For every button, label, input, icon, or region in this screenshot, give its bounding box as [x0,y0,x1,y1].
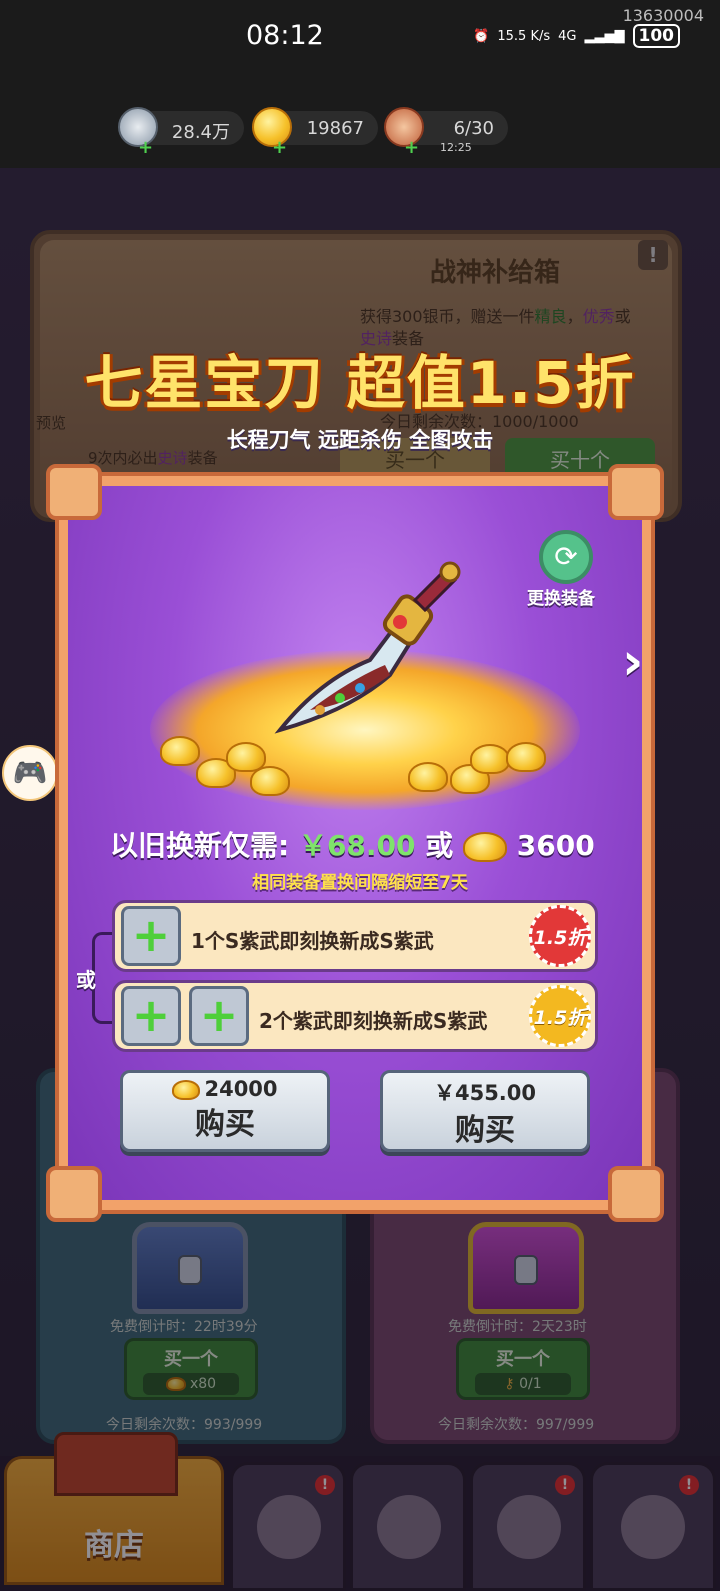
add-equipment-slot[interactable]: + [121,906,181,966]
status-icons: ⏰ 15.5 K/s 4G ▂▃▅▇ 100 [473,24,680,48]
add-equipment-slot[interactable]: + [121,986,181,1046]
swap-icon[interactable]: ⟳ [539,530,593,584]
discount-badge: 1.5折 [529,985,591,1047]
stamina-timer: 12:25 [440,141,472,154]
promo-banner-title: 七星宝刀 超值1.5折 [84,349,636,417]
silver-counter[interactable]: 28.4万 + [118,107,244,158]
price-gold: 3600 [516,829,595,862]
seven-star-sword-icon [274,561,461,734]
gold-ingot-icon [470,744,510,774]
gold-ingot-icon [160,736,200,766]
discount-badge: 1.5折 [529,905,591,967]
plus-icon[interactable]: + [404,137,419,158]
price-or: 或 [425,829,454,862]
gamepad-icon[interactable]: 🎮 [2,745,58,801]
stamina-counter[interactable]: 6/30 + [384,107,508,158]
gold-ingot-icon [506,742,546,772]
gold-value: 19867 [306,118,364,139]
gold-counter[interactable]: 19867 + [252,107,378,158]
buy-rmb-label: 购买 [455,1113,515,1148]
plus-icon[interactable]: + [138,137,153,158]
plus-icon[interactable]: + [272,137,287,158]
buy-gold-label: 购买 [195,1107,255,1142]
frame-corner [608,464,664,520]
status-time: 08:12 [246,20,324,51]
buy-with-gold-button[interactable]: 24000 购买 [120,1070,330,1152]
silver-value: 28.4万 [171,122,230,143]
price-prefix: 以旧换新仅需: [110,829,290,862]
stamina-value: 6/30 [453,118,494,139]
signal-indicator: 4G [558,28,577,44]
swap-interval-notice: 相同装备置换间隔缩短至7天 [252,873,468,893]
gold-ingot-icon [250,766,290,796]
price-rmb: ￥68.00 [298,829,416,862]
buy-gold-price: 24000 [123,1077,327,1101]
trade-option-1: + 1个S紫武即刻换新成S紫武 1.5折 [112,900,598,972]
buy-gold-amount: 24000 [204,1077,278,1101]
next-arrow-icon[interactable]: › [622,632,643,692]
battery-indicator: 100 [632,24,680,48]
alarm-icon: ⏰ [473,28,490,44]
gold-ingot-icon [172,1080,201,1100]
buy-with-rmb-button[interactable]: ￥455.00 购买 [380,1070,590,1152]
net-speed: 15.5 K/s [497,28,551,44]
promo-banner-subtitle: 长程刀气 远距杀伤 全图攻击 [226,428,494,452]
buy-rmb-amount: ￥455.00 [433,1081,537,1105]
trade-option-2: + + 2个紫武即刻换新成S紫武 1.5折 [112,980,598,1052]
or-label: 或 [76,968,96,992]
trade-option-2-text: 2个紫武即刻换新成S紫武 [259,1009,488,1033]
frame-corner [608,1166,664,1222]
swap-equipment-label[interactable]: 更换装备 [527,584,595,609]
trade-in-price: 以旧换新仅需: ￥68.00 或 3600 [110,824,630,864]
add-equipment-slot[interactable]: + [189,986,249,1046]
frame-corner [46,464,102,520]
device-id: 13630004 [622,6,704,25]
frame-corner [46,1166,102,1222]
gold-ingot-icon [408,762,448,792]
trade-option-1-text: 1个S紫武即刻换新成S紫武 [191,929,434,953]
gold-ingot-icon [463,832,508,862]
signal-bars-icon: ▂▃▅▇ [584,28,625,44]
